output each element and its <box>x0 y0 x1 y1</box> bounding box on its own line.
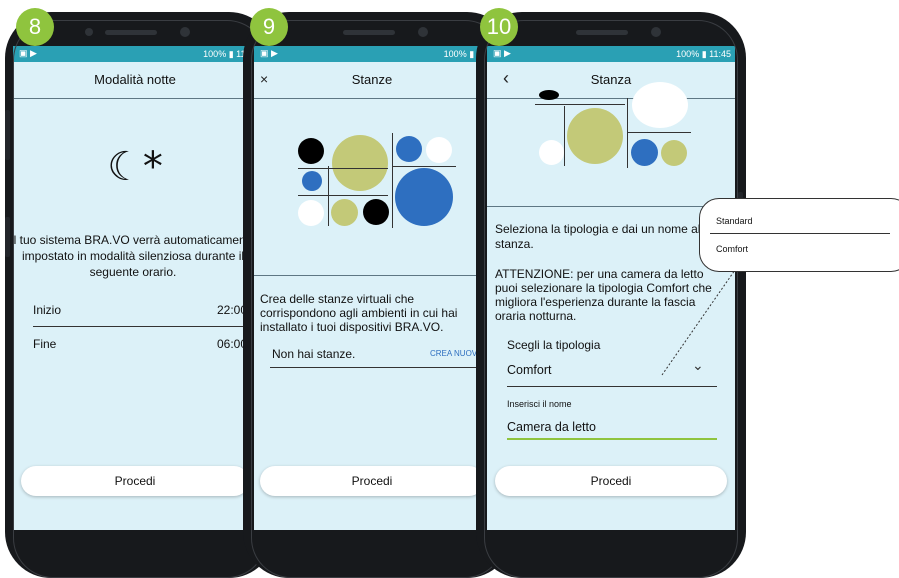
step-badge-10: 10 <box>480 8 518 46</box>
screen: ▣ ▶ 100% ▮ 11 × Stanze Crea delle stanze… <box>254 46 490 530</box>
volume-button <box>5 110 10 160</box>
screen: ▣ ▶ 100% ▮ 11:45 ‹ Stanza Seleziona la t… <box>487 46 735 530</box>
divider <box>254 275 490 276</box>
status-bar: ▣ ▶ 100% ▮ 11:4 <box>13 46 257 62</box>
status-bar: ▣ ▶ 100% ▮ 11:45 <box>487 46 735 62</box>
front-camera <box>651 27 661 37</box>
phone-2: ▣ ▶ 100% ▮ 11 × Stanze Crea delle stanze… <box>243 12 513 578</box>
intro-text: Seleziona la tipologia e dai un nome all… <box>495 222 710 251</box>
notification-icons: ▣ ▶ <box>19 48 37 58</box>
status-time: 100% ▮ 11:45 <box>676 49 731 59</box>
proceed-button[interactable]: Procedi <box>21 466 249 496</box>
divider <box>487 206 735 207</box>
screen: ▣ ▶ 100% ▮ 11:4 Modalità notte ⚙ ☾* Il t… <box>13 46 257 530</box>
type-label: Scegli la tipologia <box>507 338 601 352</box>
phone-1: ▣ ▶ 100% ▮ 11:4 Modalità notte ⚙ ☾* Il t… <box>5 12 275 578</box>
earpiece-speaker <box>105 30 157 35</box>
earpiece-speaker <box>576 30 628 35</box>
status-bar: ▣ ▶ 100% ▮ 11 <box>254 46 490 62</box>
create-room-link[interactable]: CREA NUOVA <box>430 349 482 358</box>
step-badge-9: 9 <box>250 8 288 46</box>
notification-icons: ▣ ▶ <box>260 48 278 58</box>
option-divider <box>710 233 890 234</box>
name-input[interactable]: Camera da letto <box>507 420 596 434</box>
title-bar: ‹ Stanza <box>487 62 735 99</box>
night-mode-message: Il tuo sistema BRA.VO verrà automaticame… <box>13 233 256 279</box>
notification-icons: ▣ ▶ <box>493 48 511 58</box>
title-bar: × Stanze <box>254 62 490 99</box>
step-badge-8: 8 <box>16 8 54 46</box>
room-illustration <box>487 82 735 198</box>
select-underline <box>507 386 717 387</box>
moon-star-icon: ☾* <box>107 144 163 190</box>
page-title: Stanza <box>590 72 632 87</box>
rooms-description: Crea delle stanze virtuali che corrispon… <box>260 292 458 334</box>
divider <box>33 326 253 327</box>
divider <box>270 367 490 368</box>
name-input-underline <box>507 438 717 440</box>
page-title: Stanze <box>351 72 393 87</box>
proceed-button[interactable]: Procedi <box>260 466 484 496</box>
earpiece-speaker <box>343 30 395 35</box>
name-field-label: Inserisci il nome <box>507 399 572 409</box>
end-label: Fine <box>33 337 57 351</box>
type-select-value[interactable]: Comfort <box>507 363 551 377</box>
front-camera <box>180 27 190 37</box>
title-bar: Modalità notte ⚙ <box>13 62 257 99</box>
chevron-down-icon[interactable]: ⌄ <box>692 357 704 374</box>
rooms-illustration <box>254 98 490 258</box>
type-options-popup: Standard Comfort <box>699 198 899 272</box>
option-comfort[interactable]: Comfort <box>716 244 748 254</box>
empty-rooms-text: Non hai stanze. <box>272 347 356 361</box>
start-label: Inizio <box>33 303 62 317</box>
bixby-button <box>5 217 10 257</box>
phone-3: ▣ ▶ 100% ▮ 11:45 ‹ Stanza Seleziona la t… <box>476 12 746 578</box>
option-standard[interactable]: Standard <box>716 216 753 226</box>
sensor <box>85 28 93 36</box>
proceed-button[interactable]: Procedi <box>495 466 727 496</box>
warning-text: ATTENZIONE: per una camera da letto puoi… <box>495 267 712 323</box>
page-title: Modalità notte <box>94 72 176 87</box>
front-camera <box>418 27 428 37</box>
